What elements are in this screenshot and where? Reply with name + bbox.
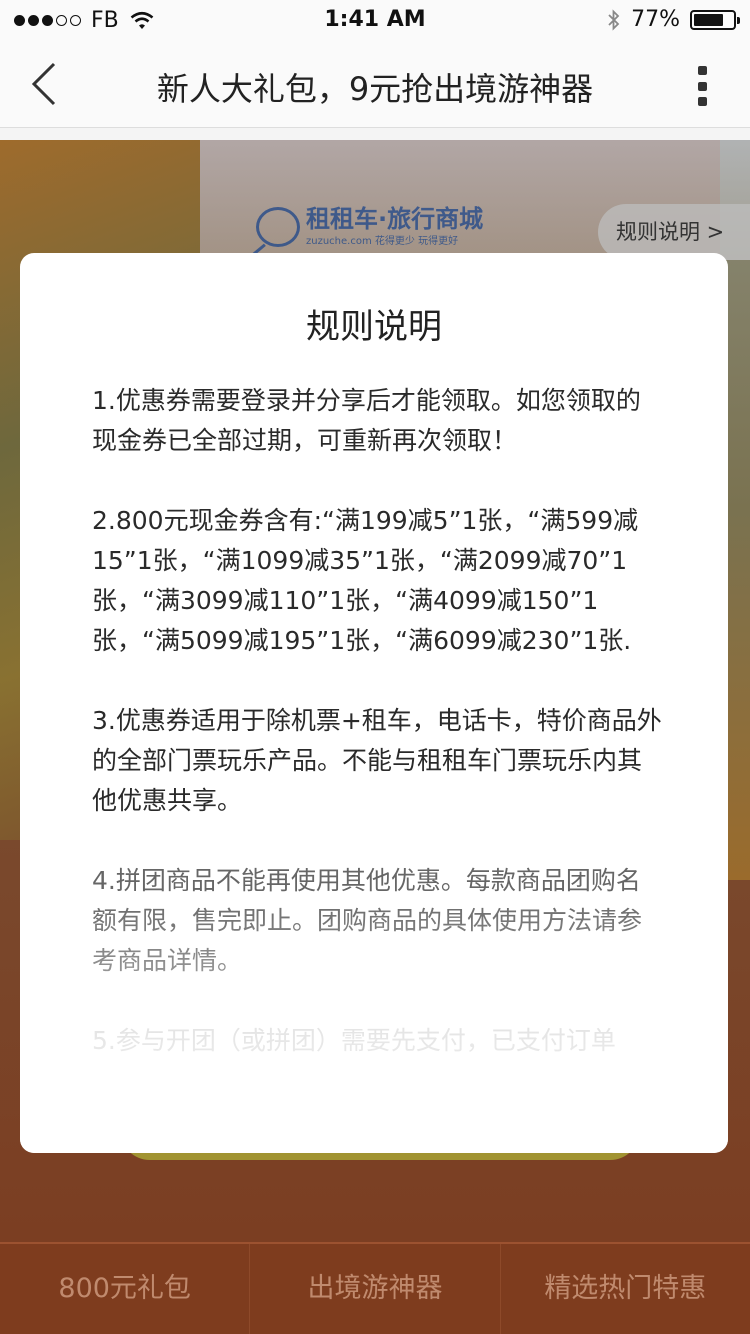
status-bar-right: 77% bbox=[607, 7, 740, 32]
rule-item: 4.拼团商品不能再使用其他优惠。每款商品团购名额有限，售完即止。团购商品的具体使… bbox=[92, 866, 643, 975]
rule-item: 2.800元现金券含有:“满199减5”1张，“满599减15”1张，“满109… bbox=[92, 506, 639, 655]
tab-travel-gadget[interactable]: 出境游神器 bbox=[250, 1244, 501, 1334]
battery-percent: 77% bbox=[631, 7, 680, 32]
rules-list[interactable]: 1.优惠券需要登录并分享后才能领取。如您领取的现金券已全部过期，可重新再次领取！… bbox=[92, 381, 662, 1101]
logo-brand-text: 租租车·旅行商城 bbox=[306, 205, 484, 233]
logo-slogan: 花得更少 玩得更好 bbox=[374, 236, 459, 248]
logo-magnifier-icon bbox=[256, 206, 300, 247]
brand-logo: 租租车·旅行商城 zuzuche.com 花得更少 玩得更好 bbox=[256, 206, 483, 247]
more-dot-icon bbox=[697, 97, 707, 106]
more-options-button[interactable] bbox=[694, 66, 710, 106]
bottom-tab-bar: 800元礼包 出境游神器 精选热门特惠 bbox=[0, 1242, 750, 1334]
rules-button[interactable]: 规则说明 > bbox=[598, 204, 750, 260]
logo-domain: zuzuche.com bbox=[306, 236, 372, 248]
battery-icon bbox=[690, 9, 740, 30]
more-dot-icon bbox=[697, 66, 707, 75]
rule-item: 3.优惠券适用于除机票+租车，电话卡，特价商品外的全部门票玩乐产品。不能与租租车… bbox=[92, 706, 662, 815]
rule-item: 5.参与开团（或拼团）需要先支付，已支付订单 bbox=[92, 1026, 616, 1055]
tab-gift-pack[interactable]: 800元礼包 bbox=[0, 1244, 251, 1334]
status-bar: FB 1:41 AM 77% bbox=[0, 0, 750, 40]
rules-modal[interactable]: 规则说明 1.优惠券需要登录并分享后才能领取。如您领取的现金券已全部过期，可重新… bbox=[20, 253, 728, 1153]
more-dot-icon bbox=[697, 81, 707, 91]
navigation-bar: 新人大礼包，9元抢出境游神器 bbox=[0, 40, 750, 128]
bluetooth-icon bbox=[608, 8, 620, 31]
battery-fill bbox=[694, 13, 724, 26]
modal-title: 规则说明 bbox=[306, 307, 442, 347]
page-title: 新人大礼包，9元抢出境游神器 bbox=[156, 70, 594, 108]
tab-hot-deals[interactable]: 精选热门特惠 bbox=[501, 1244, 750, 1334]
rule-item: 1.优惠券需要登录并分享后才能领取。如您领取的现金券已全部过期，可重新再次领取！ bbox=[92, 386, 641, 455]
